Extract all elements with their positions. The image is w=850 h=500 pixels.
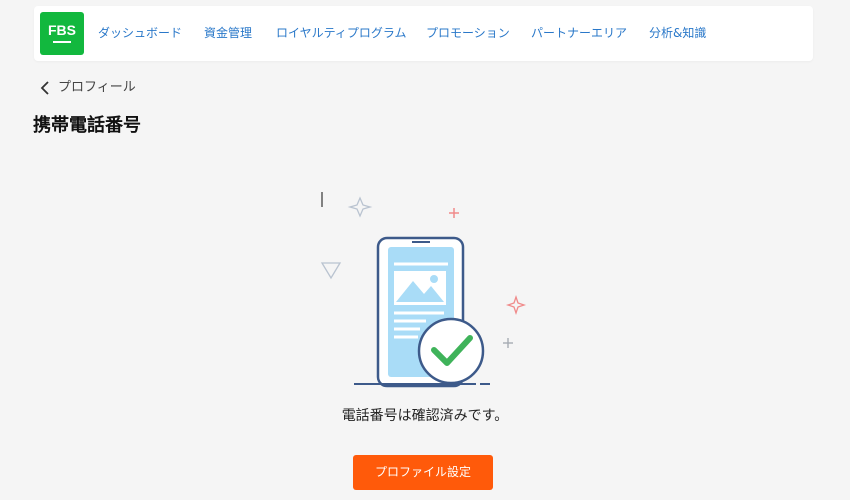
nav-item-loyalty-program[interactable]: ロイヤルティプログラム bbox=[276, 25, 407, 41]
back-link-label: プロフィール bbox=[58, 80, 136, 95]
top-navigation-bar: FBS ダッシュボード 資金管理 ロイヤルティプログラム プロモーション パート… bbox=[34, 6, 813, 61]
nav-item-analytics[interactable]: 分析&知識 bbox=[649, 25, 706, 41]
logo-text: FBS bbox=[48, 22, 76, 38]
nav-item-partner-area[interactable]: パートナーエリア bbox=[531, 25, 627, 41]
nav-item-funds[interactable]: 資金管理 bbox=[204, 25, 252, 41]
fbs-logo[interactable]: FBS bbox=[40, 12, 84, 55]
phone-verified-illustration bbox=[310, 185, 540, 390]
page-title: 携帯電話番号 bbox=[33, 115, 141, 136]
logo-underline bbox=[53, 41, 71, 43]
nav-item-dashboard[interactable]: ダッシュボード bbox=[98, 25, 182, 41]
verification-status-message: 電話番号は確認済みです。 bbox=[341, 408, 509, 424]
nav-item-promotions[interactable]: プロモーション bbox=[426, 25, 510, 41]
chevron-left-icon bbox=[40, 81, 50, 95]
back-to-profile-link[interactable]: プロフィール bbox=[40, 78, 136, 98]
profile-settings-button[interactable]: プロファイル設定 bbox=[353, 455, 493, 490]
